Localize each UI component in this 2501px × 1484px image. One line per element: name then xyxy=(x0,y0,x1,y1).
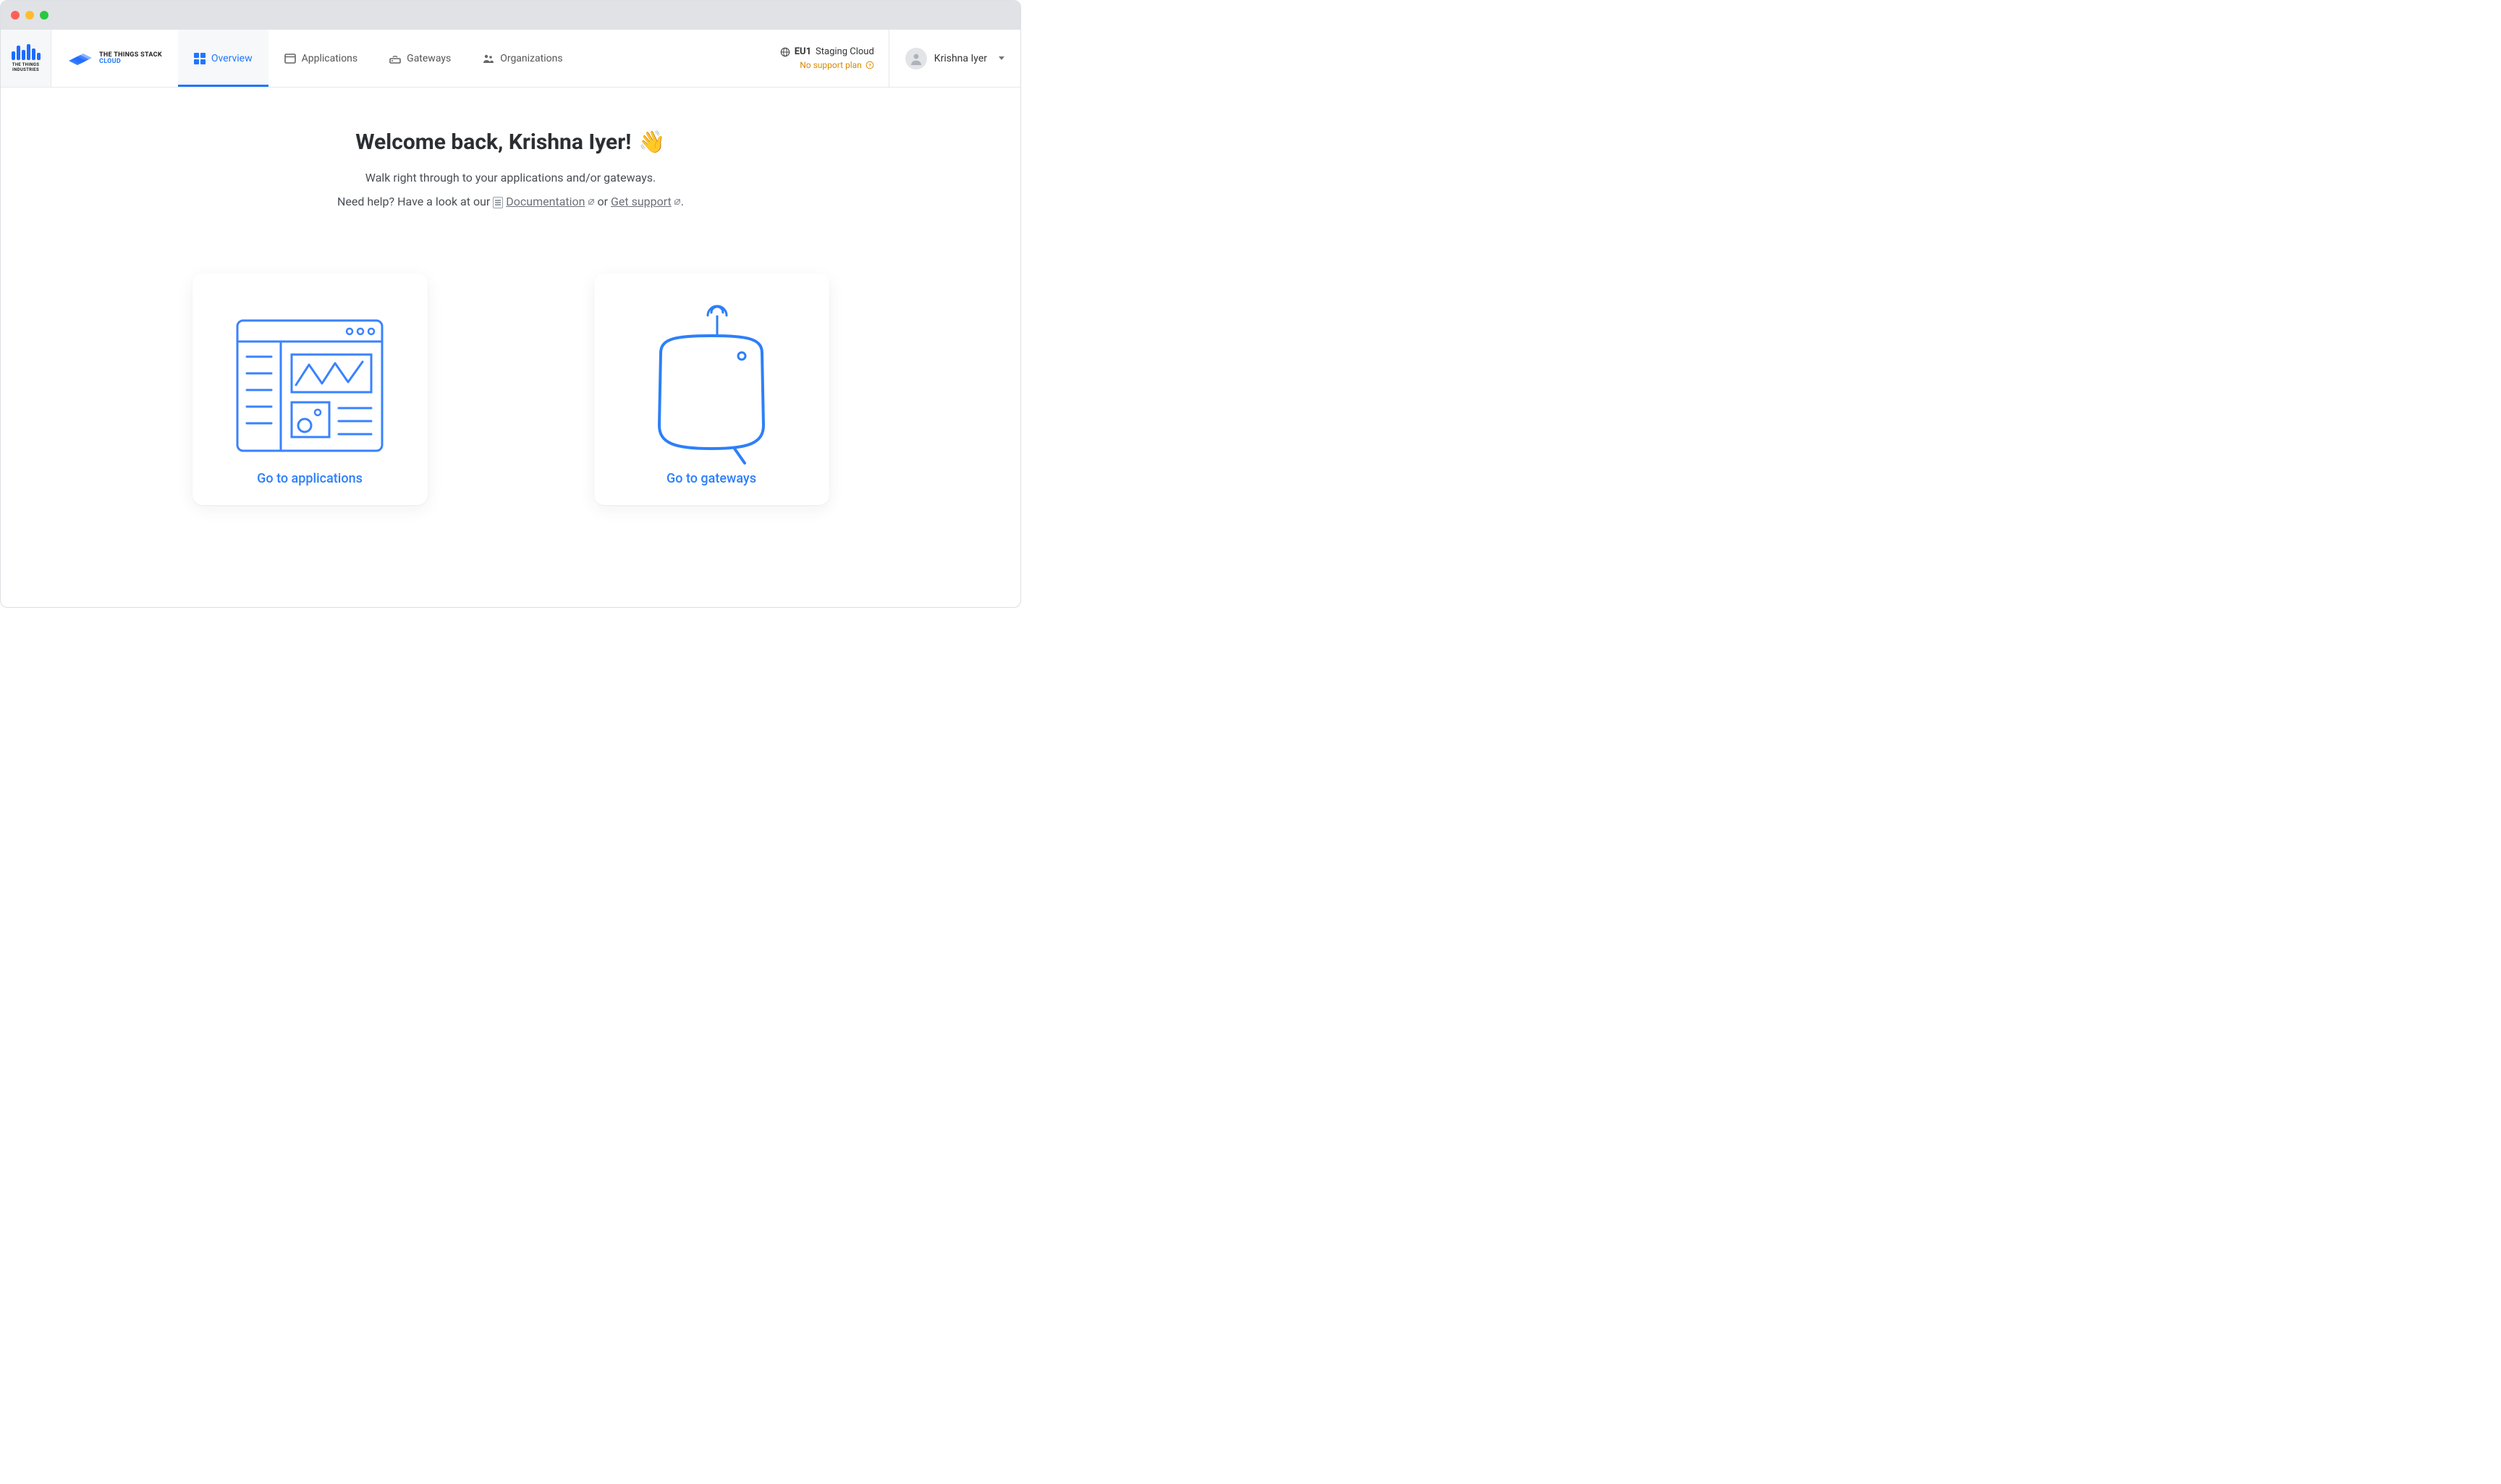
stack-layers-icon xyxy=(67,51,92,67)
gateways-illustration xyxy=(609,300,815,471)
overview-icon xyxy=(194,53,206,64)
documentation-link[interactable]: Documentation xyxy=(506,195,594,208)
gateways-icon xyxy=(389,53,401,64)
nav-organizations-label: Organizations xyxy=(500,53,562,64)
applications-illustration xyxy=(207,300,413,471)
card-gateways-label: Go to gateways xyxy=(666,471,756,486)
get-support-link[interactable]: Get support xyxy=(611,195,681,208)
external-link-icon xyxy=(674,198,681,205)
brand-industries-text: THE THINGS INDUSTRIES xyxy=(1,63,51,72)
applications-icon xyxy=(284,53,296,64)
primary-nav: Overview Applications Gateways Organizat… xyxy=(178,30,579,87)
applications-window-icon xyxy=(234,317,386,454)
nav-organizations[interactable]: Organizations xyxy=(467,30,578,87)
welcome-heading: Welcome back, Krishna Iyer! 👋 xyxy=(355,130,665,155)
document-icon xyxy=(493,197,503,208)
user-name: Krishna Iyer xyxy=(934,53,987,64)
welcome-text: Welcome back, Krishna Iyer! xyxy=(355,130,631,155)
get-support-link-text: Get support xyxy=(611,195,672,208)
bars-icon xyxy=(12,44,41,60)
gateway-device-icon xyxy=(639,302,784,469)
help-mid: or xyxy=(597,195,611,208)
external-link-icon xyxy=(588,198,595,205)
nav-applications-label: Applications xyxy=(302,53,358,64)
help-prefix: Need help? Have a look at our xyxy=(337,195,493,208)
main-content: Welcome back, Krishna Iyer! 👋 Walk right… xyxy=(1,88,1020,505)
svg-text:?: ? xyxy=(868,63,871,69)
header: THE THINGS INDUSTRIES THE THINGS STACK C… xyxy=(1,30,1020,88)
cluster-name: Staging Cloud xyxy=(816,46,874,57)
nav-gateways-label: Gateways xyxy=(407,53,451,64)
support-plan-text: No support plan xyxy=(800,60,862,70)
card-gateways[interactable]: Go to gateways xyxy=(594,274,829,505)
avatar xyxy=(905,48,927,69)
cluster-info[interactable]: EU1 Staging Cloud No support plan ? xyxy=(766,30,889,87)
window-minimize-icon[interactable] xyxy=(25,11,34,20)
help-icon: ? xyxy=(866,61,874,69)
nav-gateways[interactable]: Gateways xyxy=(373,30,467,87)
brand-logo-industries[interactable]: THE THINGS INDUSTRIES xyxy=(1,30,51,87)
organizations-icon xyxy=(483,53,494,64)
brand-stack-line2: CLOUD xyxy=(99,59,162,65)
documentation-link-text: Documentation xyxy=(506,195,585,208)
card-applications-label: Go to applications xyxy=(257,471,363,486)
wave-icon: 👋 xyxy=(638,130,665,155)
window-close-icon[interactable] xyxy=(11,11,20,20)
chevron-down-icon xyxy=(999,56,1004,60)
cluster-region: EU1 xyxy=(795,46,811,57)
help-line: Need help? Have a look at our Documentat… xyxy=(337,195,684,208)
header-right: EU1 Staging Cloud No support plan ? Kris… xyxy=(766,30,1020,87)
window-titlebar xyxy=(1,1,1020,30)
brand-logo-stack[interactable]: THE THINGS STACK CLOUD xyxy=(51,30,178,87)
window-zoom-icon[interactable] xyxy=(40,11,48,20)
globe-icon xyxy=(780,47,790,57)
welcome-subtitle: Walk right through to your applications … xyxy=(365,171,656,185)
nav-overview-label: Overview xyxy=(211,53,253,64)
app-window: THE THINGS INDUSTRIES THE THINGS STACK C… xyxy=(0,0,1021,608)
card-applications[interactable]: Go to applications xyxy=(192,274,428,505)
nav-overview[interactable]: Overview xyxy=(178,30,268,87)
nav-applications[interactable]: Applications xyxy=(268,30,374,87)
user-menu[interactable]: Krishna Iyer xyxy=(889,30,1020,87)
help-suffix: . xyxy=(681,195,684,208)
shortcut-cards: Go to applications xyxy=(192,274,829,505)
avatar-icon xyxy=(909,51,923,66)
